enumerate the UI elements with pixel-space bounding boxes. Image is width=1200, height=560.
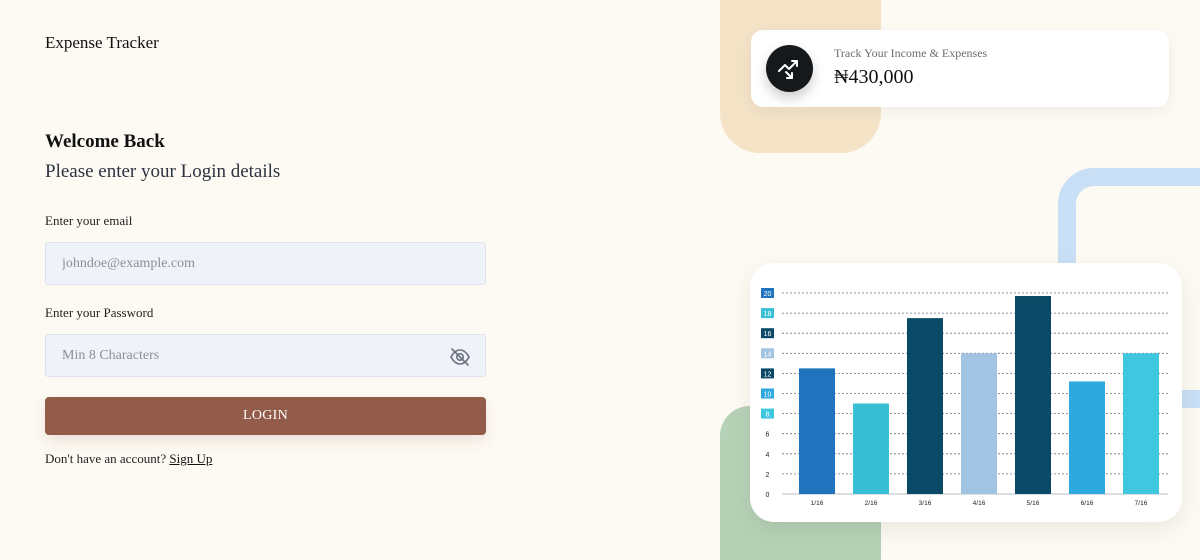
signup-prompt: Don't have an account? Sign Up xyxy=(45,451,212,467)
y-tick-label: 18 xyxy=(764,311,772,318)
bar-chart: 0 2 4 6 8 10 12 14 16 18 20 1/16 2/16 3/16 4/16 5/16 6/1… xyxy=(761,288,1168,507)
chart-bar xyxy=(1123,353,1159,494)
y-tick-label: 10 xyxy=(764,392,772,399)
x-tick-label: 1/16 xyxy=(811,500,824,507)
y-tick-label: 20 xyxy=(764,291,772,298)
chart-bar xyxy=(853,403,889,494)
eye-off-icon[interactable] xyxy=(449,347,471,367)
x-tick-label: 7/16 xyxy=(1135,500,1148,507)
y-tick-label: 12 xyxy=(764,371,772,378)
trending-arrows-icon xyxy=(766,45,813,92)
chart-bar xyxy=(1015,296,1051,494)
chart-bar xyxy=(1069,381,1105,494)
password-field[interactable] xyxy=(46,335,485,376)
chart-bar xyxy=(907,318,943,494)
login-button[interactable]: LOGIN xyxy=(45,397,486,435)
expense-bar-chart-card: 0 2 4 6 8 10 12 14 16 18 20 1/16 2/16 3/16 4/16 5/16 6/1… xyxy=(750,263,1182,522)
app-title: Expense Tracker xyxy=(45,33,159,52)
email-field[interactable] xyxy=(46,243,485,284)
y-tick-label: 0 xyxy=(766,492,770,499)
email-field-wrapper xyxy=(45,242,486,285)
x-tick-label: 5/16 xyxy=(1027,500,1040,507)
x-tick-label: 3/16 xyxy=(919,500,932,507)
y-tick-label: 2 xyxy=(766,472,770,479)
chart-bar xyxy=(799,368,835,494)
stat-value: ₦430,000 xyxy=(834,66,914,88)
signup-prompt-text: Don't have an account? xyxy=(45,451,167,466)
chart-bar xyxy=(961,353,997,494)
x-tick-label: 4/16 xyxy=(973,500,986,507)
stat-label: Track Your Income & Expenses xyxy=(834,46,988,60)
y-tick-label: 6 xyxy=(766,432,770,439)
signup-link[interactable]: Sign Up xyxy=(169,451,212,466)
x-tick-label: 6/16 xyxy=(1081,500,1094,507)
email-label: Enter your email xyxy=(45,213,133,228)
welcome-heading: Welcome Back xyxy=(45,131,165,152)
password-field-wrapper xyxy=(45,334,486,377)
y-tick-label: 8 xyxy=(766,412,770,419)
income-stat-card: Track Your Income & Expenses ₦430,000 xyxy=(751,30,1169,107)
x-tick-label: 2/16 xyxy=(865,500,878,507)
y-tick-label: 4 xyxy=(766,452,770,459)
password-label: Enter your Password xyxy=(45,305,154,320)
login-subtitle: Please enter your Login details xyxy=(45,161,281,182)
y-tick-label: 14 xyxy=(764,351,772,358)
y-tick-label: 16 xyxy=(764,331,772,338)
